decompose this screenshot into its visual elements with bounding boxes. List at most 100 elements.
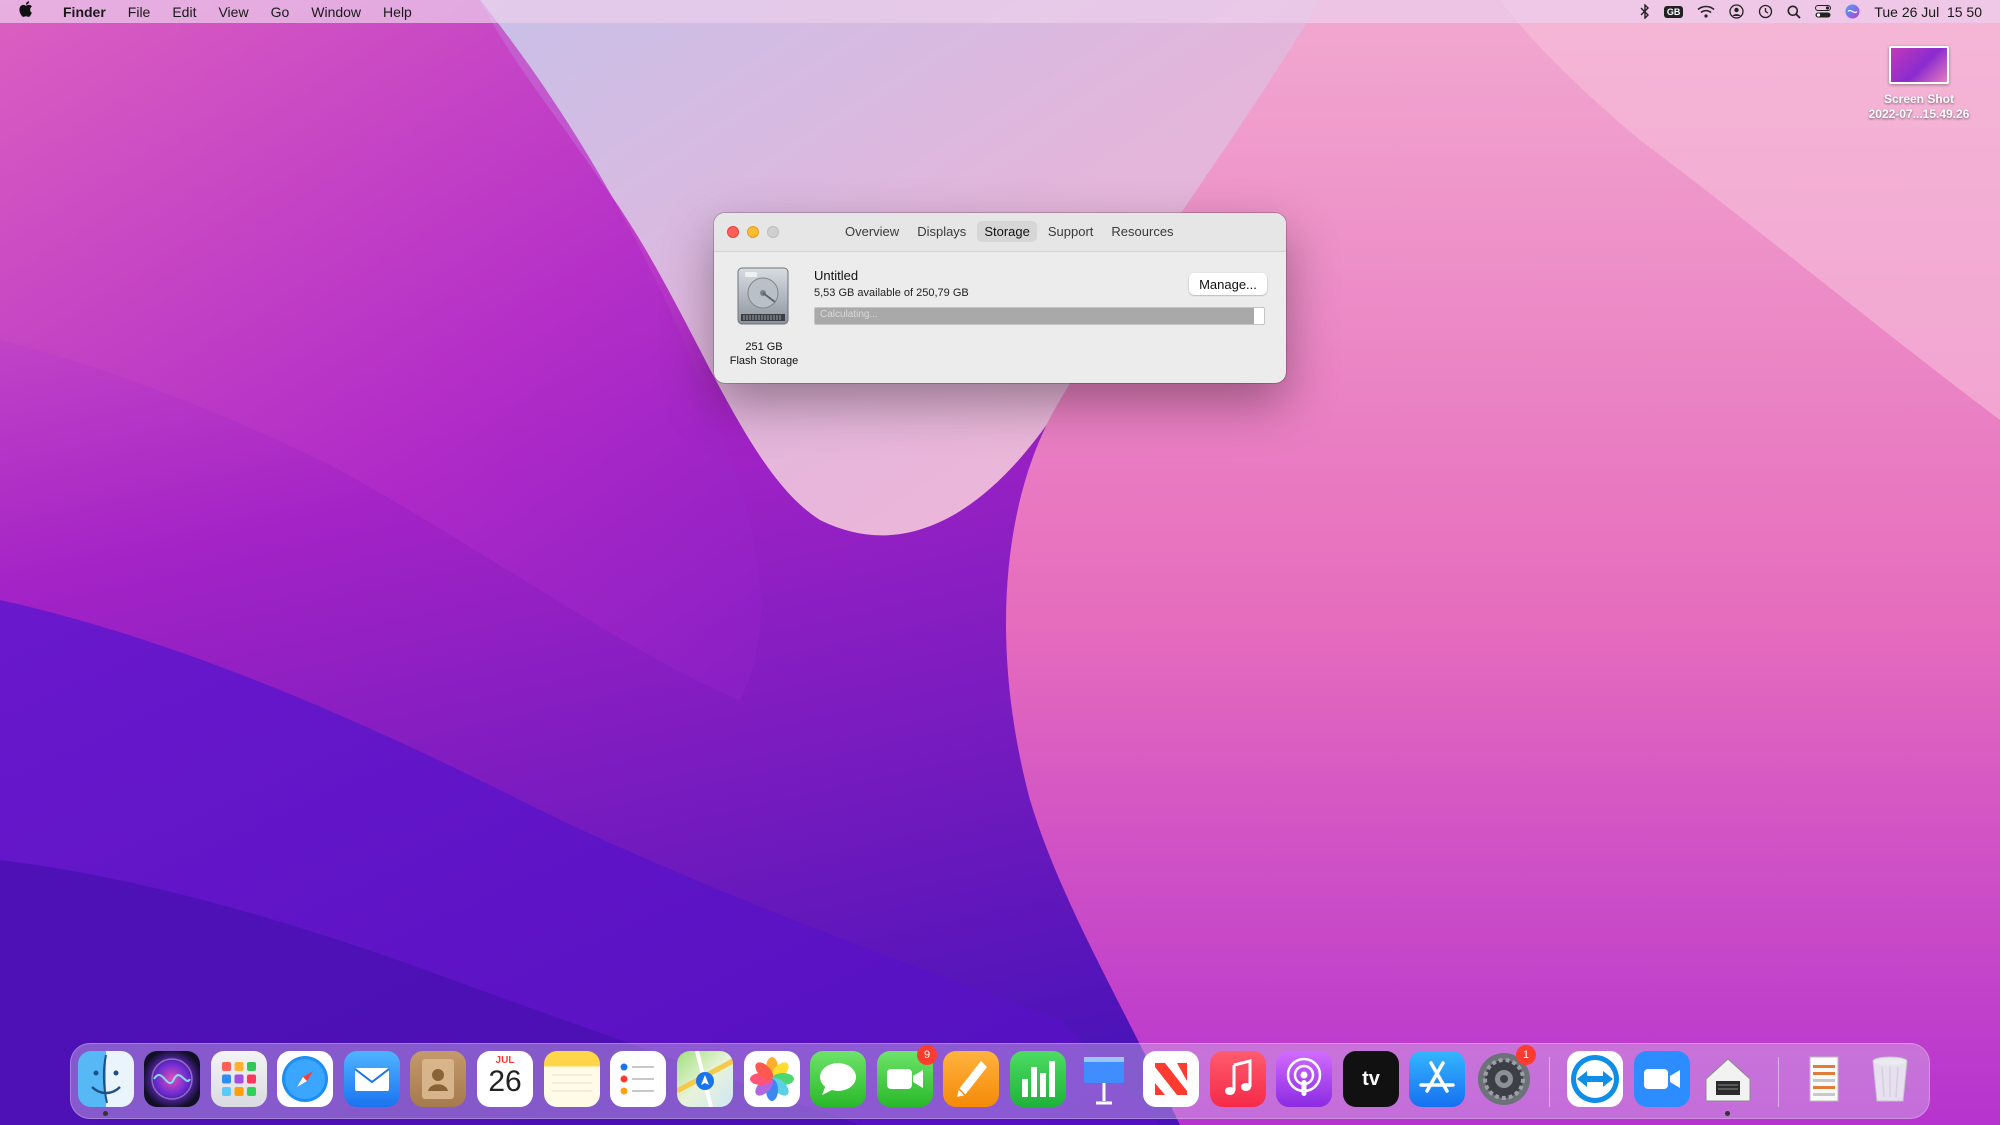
news-icon bbox=[1143, 1051, 1199, 1107]
menu-window[interactable]: Window bbox=[300, 4, 372, 20]
tab-overview[interactable]: Overview bbox=[838, 221, 906, 242]
menu-edit[interactable]: Edit bbox=[161, 4, 207, 20]
menu-view[interactable]: View bbox=[207, 4, 259, 20]
dock-app-system-preferences[interactable]: 1 bbox=[1476, 1045, 1536, 1107]
dock-app-keynote[interactable] bbox=[1076, 1051, 1132, 1107]
menu-bar: Finder File Edit View Go Window Help GB … bbox=[0, 0, 2000, 23]
user-icon[interactable] bbox=[1729, 4, 1744, 19]
menu-go[interactable]: Go bbox=[260, 4, 301, 20]
dock-app-mail[interactable] bbox=[344, 1051, 400, 1107]
reminders-icon bbox=[610, 1051, 666, 1107]
screenshot-thumbnail-icon bbox=[1889, 46, 1949, 84]
calendar-day: 26 bbox=[488, 1065, 522, 1098]
traffic-lights bbox=[727, 226, 779, 238]
dock-app-photos[interactable] bbox=[744, 1051, 800, 1107]
dock-app-calendar[interactable]: JUL 26 bbox=[477, 1051, 533, 1107]
dock-app-news[interactable] bbox=[1143, 1051, 1199, 1107]
minimize-button[interactable] bbox=[747, 226, 759, 238]
dock-app-notes[interactable] bbox=[544, 1051, 600, 1107]
apple-tv-label: tv bbox=[1362, 1067, 1380, 1090]
tab-bar: Overview Displays Storage Support Resour… bbox=[838, 221, 1181, 242]
facetime-badge: 9 bbox=[917, 1045, 937, 1065]
dock-app-facetime[interactable]: 9 bbox=[877, 1045, 937, 1107]
launchpad-icon bbox=[211, 1051, 267, 1107]
disk-type: Flash Storage bbox=[729, 355, 799, 367]
apple-logo-icon[interactable] bbox=[0, 1, 52, 22]
time-machine-icon[interactable] bbox=[1758, 4, 1773, 19]
safari-icon bbox=[277, 1051, 333, 1107]
dock-trash[interactable] bbox=[1862, 1051, 1918, 1107]
dock-app-system-information[interactable] bbox=[1700, 1051, 1756, 1116]
dock-app-apple-tv[interactable]: tv bbox=[1343, 1051, 1399, 1107]
desktop-file-label-line1: Screen Shot bbox=[1883, 92, 1955, 106]
dock-app-numbers[interactable] bbox=[1010, 1051, 1066, 1107]
dock-app-contacts[interactable] bbox=[410, 1051, 466, 1107]
messages-icon bbox=[810, 1051, 866, 1107]
calendar-icon: JUL 26 bbox=[477, 1051, 533, 1107]
hard-drive-icon bbox=[735, 266, 791, 326]
dock-app-pages[interactable] bbox=[943, 1051, 999, 1107]
dock-separator-2 bbox=[1778, 1057, 1779, 1107]
desktop-wallpaper bbox=[0, 0, 2000, 1125]
storage-calculating-text: Calculating... bbox=[820, 309, 878, 320]
menu-clock[interactable]: Tue 26 Jul 15 50 bbox=[1874, 4, 1982, 20]
dock-separator bbox=[1549, 1057, 1550, 1107]
dock-app-messages[interactable] bbox=[810, 1051, 866, 1107]
close-button[interactable] bbox=[727, 226, 739, 238]
dock-app-app-store[interactable] bbox=[1409, 1051, 1465, 1107]
system-information-icon bbox=[1700, 1051, 1756, 1107]
dock-app-zoom[interactable] bbox=[1634, 1051, 1690, 1107]
dock-app-finder[interactable] bbox=[78, 1051, 134, 1116]
mail-icon bbox=[344, 1051, 400, 1107]
search-icon[interactable] bbox=[1787, 5, 1801, 19]
pages-icon bbox=[943, 1051, 999, 1107]
finder-running-indicator bbox=[103, 1111, 108, 1116]
dock-app-music[interactable] bbox=[1210, 1051, 1266, 1107]
dock: JUL 26 9 tv 1 bbox=[70, 1043, 1930, 1119]
dock-app-launchpad[interactable] bbox=[211, 1051, 267, 1107]
app-store-icon bbox=[1409, 1051, 1465, 1107]
numbers-icon bbox=[1010, 1051, 1066, 1107]
disk-caption: 251 GB Flash Storage bbox=[714, 340, 814, 368]
photos-icon bbox=[744, 1051, 800, 1107]
volume-name: Untitled bbox=[814, 268, 859, 283]
menu-help[interactable]: Help bbox=[372, 4, 423, 20]
zoom-button bbox=[767, 226, 779, 238]
keyboard-input-icon[interactable]: GB bbox=[1663, 5, 1684, 18]
finder-icon bbox=[78, 1051, 134, 1107]
dock-app-podcasts[interactable] bbox=[1276, 1051, 1332, 1107]
dock-app-maps[interactable] bbox=[677, 1051, 733, 1107]
dock-app-siri[interactable] bbox=[144, 1051, 200, 1107]
downloads-stack-icon bbox=[1796, 1051, 1852, 1107]
dock-downloads-stack[interactable] bbox=[1796, 1051, 1852, 1107]
tab-displays[interactable]: Displays bbox=[910, 221, 973, 242]
tab-resources[interactable]: Resources bbox=[1104, 221, 1180, 242]
siri-icon bbox=[144, 1051, 200, 1107]
volume-available-text: 5,53 GB available of 250,79 GB bbox=[814, 287, 969, 299]
system-information-running-indicator bbox=[1725, 1111, 1730, 1116]
desktop-file-screenshot[interactable]: Screen Shot 2022-07...15.49.26 bbox=[1860, 46, 1978, 122]
storage-usage-bar: Calculating... bbox=[814, 307, 1265, 325]
dock-app-safari[interactable] bbox=[277, 1051, 333, 1107]
menu-app-finder[interactable]: Finder bbox=[52, 4, 117, 20]
system-preferences-badge: 1 bbox=[1516, 1045, 1536, 1065]
wifi-icon[interactable] bbox=[1697, 5, 1715, 18]
siri-icon[interactable] bbox=[1845, 4, 1860, 19]
disk-size: 251 GB bbox=[745, 341, 783, 353]
trash-icon bbox=[1862, 1051, 1918, 1107]
podcasts-icon bbox=[1276, 1051, 1332, 1107]
menu-file[interactable]: File bbox=[117, 4, 162, 20]
tab-storage[interactable]: Storage bbox=[977, 221, 1037, 242]
dock-app-teamviewer[interactable] bbox=[1567, 1051, 1623, 1107]
notes-icon bbox=[544, 1051, 600, 1107]
maps-icon bbox=[677, 1051, 733, 1107]
storage-usage-fill bbox=[815, 308, 1255, 324]
manage-button[interactable]: Manage... bbox=[1189, 273, 1267, 295]
bluetooth-icon[interactable] bbox=[1640, 4, 1650, 19]
dock-app-reminders[interactable] bbox=[610, 1051, 666, 1107]
window-titlebar[interactable]: Overview Displays Storage Support Resour… bbox=[714, 213, 1286, 252]
music-icon bbox=[1210, 1051, 1266, 1107]
zoom-icon bbox=[1634, 1051, 1690, 1107]
control-center-icon[interactable] bbox=[1815, 5, 1832, 18]
tab-support[interactable]: Support bbox=[1041, 221, 1101, 242]
